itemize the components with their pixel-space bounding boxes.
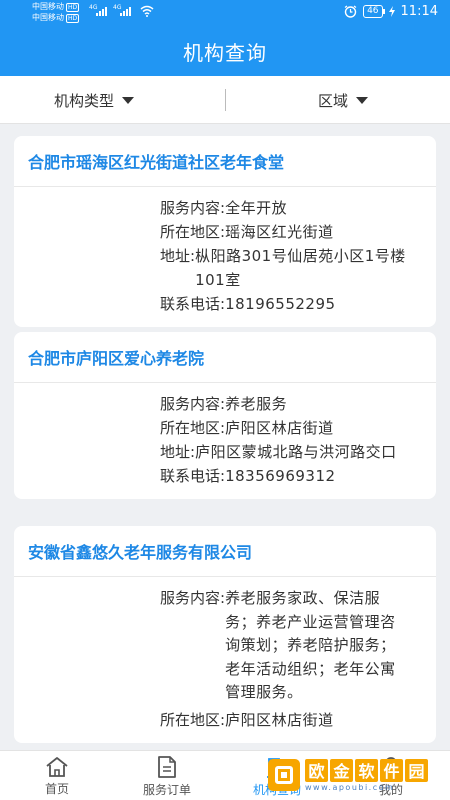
watermark-logo-icon <box>268 759 300 791</box>
nav-orders-label: 服务订单 <box>142 782 191 797</box>
watermark-char: 软 <box>355 758 378 782</box>
document-icon <box>158 755 176 778</box>
institution-card[interactable]: 合肥市瑶海区红光街道社区老年食堂 服务内容: 全年开放 所在地区: 瑶海区红光街道 … <box>14 136 436 327</box>
phone-label: 联系电话: <box>160 294 226 313</box>
dropdown-arrow-icon <box>122 96 135 104</box>
phone-label: 联系电话: <box>160 467 226 485</box>
carrier-info: 中国移动 HD 中国移动 HD <box>32 1 80 23</box>
watermark-char: 园 <box>405 758 428 782</box>
wifi-icon <box>140 5 154 17</box>
nav-home-label: 首页 <box>44 781 69 796</box>
region-label: 所在地区: <box>160 223 226 241</box>
phone-row: 联系电话: 18196552295 <box>160 293 436 317</box>
region-label: 所在地区: <box>160 710 226 729</box>
clock: 11:14 <box>400 4 438 19</box>
phone-value[interactable]: 18356969312 <box>225 465 436 489</box>
service-row: 服务内容: 全年开放 <box>160 197 436 221</box>
alarm-icon <box>344 5 357 18</box>
carrier-1: 中国移动 <box>32 2 64 11</box>
service-value: 养老服务家政、保洁服务；养老产业运营管理咨询策划；养老陪护服务；老年活动组织；老… <box>225 589 396 701</box>
hd-badge: HD <box>66 3 80 12</box>
institution-name: 安徽省鑫悠久老年服务有限公司 <box>14 526 436 577</box>
carrier-2: 中国移动 <box>32 13 64 22</box>
service-label: 服务内容: <box>160 199 226 217</box>
signal-icon: 4G <box>89 4 107 16</box>
institution-type-label: 机构类型 <box>54 91 115 110</box>
service-row: 服务内容: 养老服务 <box>160 393 436 417</box>
region-row: 所在地区: 庐阳区林店街道 <box>160 709 436 733</box>
phone-row: 联系电话: 18356969312 <box>160 465 436 489</box>
battery-icon: 46 <box>363 5 386 18</box>
status-right: 46 11:14 <box>344 4 438 19</box>
service-row: 服务内容: 养老服务家政、保洁服务；养老产业运营管理咨询策划；养老陪护服务；老年活… <box>160 587 436 705</box>
region-filter-label: 区域 <box>318 91 349 110</box>
region-value: 庐阳区林店街道 <box>225 419 334 437</box>
watermark-char: 欧 <box>305 758 328 782</box>
address-label: 地址: <box>160 247 196 265</box>
watermark-char: 件 <box>380 758 403 782</box>
app-header: 机构查询 <box>0 26 450 76</box>
address-value: 枞阳路301号仙居苑小区1号楼101室 <box>195 247 406 289</box>
nav-home[interactable]: 首页 <box>12 751 102 800</box>
charging-icon <box>388 6 395 17</box>
address-value: 庐阳区蒙城北路与洪河路交口 <box>195 443 397 461</box>
nav-orders[interactable]: 服务订单 <box>122 751 212 800</box>
dropdown-arrow-icon <box>356 96 369 104</box>
region-row: 所在地区: 瑶海区红光街道 <box>160 221 436 245</box>
signal-icon-2: 4G <box>113 4 131 16</box>
phone-value[interactable]: 18196552295 <box>225 293 436 317</box>
site-watermark: 欧 金 软 件 园 www.apoubi.com <box>268 756 443 794</box>
page-title: 机构查询 <box>183 40 267 65</box>
hd-badge-2: HD <box>66 14 80 23</box>
institution-card[interactable]: 安徽省鑫悠久老年服务有限公司 服务内容: 养老服务家政、保洁服务；养老产业运营管理… <box>14 526 436 743</box>
service-value: 全年开放 <box>225 199 288 217</box>
region-value: 瑶海区红光街道 <box>225 223 334 241</box>
institution-card[interactable]: 合肥市庐阳区爱心养老院 服务内容: 养老服务 所在地区: 庐阳区林店街道 地址: 庐阳… <box>14 332 436 499</box>
address-label: 地址: <box>160 443 196 461</box>
watermark-url: www.apoubi.com <box>305 782 395 792</box>
network-type-2: 4G <box>113 4 122 11</box>
status-bar: 中国移动 HD 中国移动 HD 4G 4G 46 11:14 <box>0 0 450 26</box>
address-row: 地址: 庐阳区蒙城北路与洪河路交口 <box>160 441 436 465</box>
institution-list[interactable]: 合肥市瑶海区红光街道社区老年食堂 服务内容: 全年开放 所在地区: 瑶海区红光街道 … <box>0 124 450 750</box>
institution-name: 合肥市庐阳区爱心养老院 <box>14 332 436 383</box>
service-label: 服务内容: <box>160 395 226 413</box>
institution-name: 合肥市瑶海区红光街道社区老年食堂 <box>14 136 436 187</box>
watermark-char: 金 <box>330 758 353 782</box>
filter-divider <box>225 89 226 111</box>
network-type-1: 4G <box>89 4 98 11</box>
region-value: 庐阳区林店街道 <box>225 710 334 729</box>
region-row: 所在地区: 庐阳区林店街道 <box>160 417 436 441</box>
home-icon <box>46 756 68 777</box>
region-filter[interactable]: 区域 <box>318 76 369 124</box>
service-value: 养老服务 <box>225 395 288 413</box>
address-row: 地址: 枞阳路301号仙居苑小区1号楼101室 <box>160 245 436 292</box>
filter-bar: 机构类型 区域 <box>0 76 450 124</box>
region-label: 所在地区: <box>160 419 226 437</box>
service-label: 服务内容: <box>160 589 226 607</box>
institution-type-filter[interactable]: 机构类型 <box>54 76 135 124</box>
